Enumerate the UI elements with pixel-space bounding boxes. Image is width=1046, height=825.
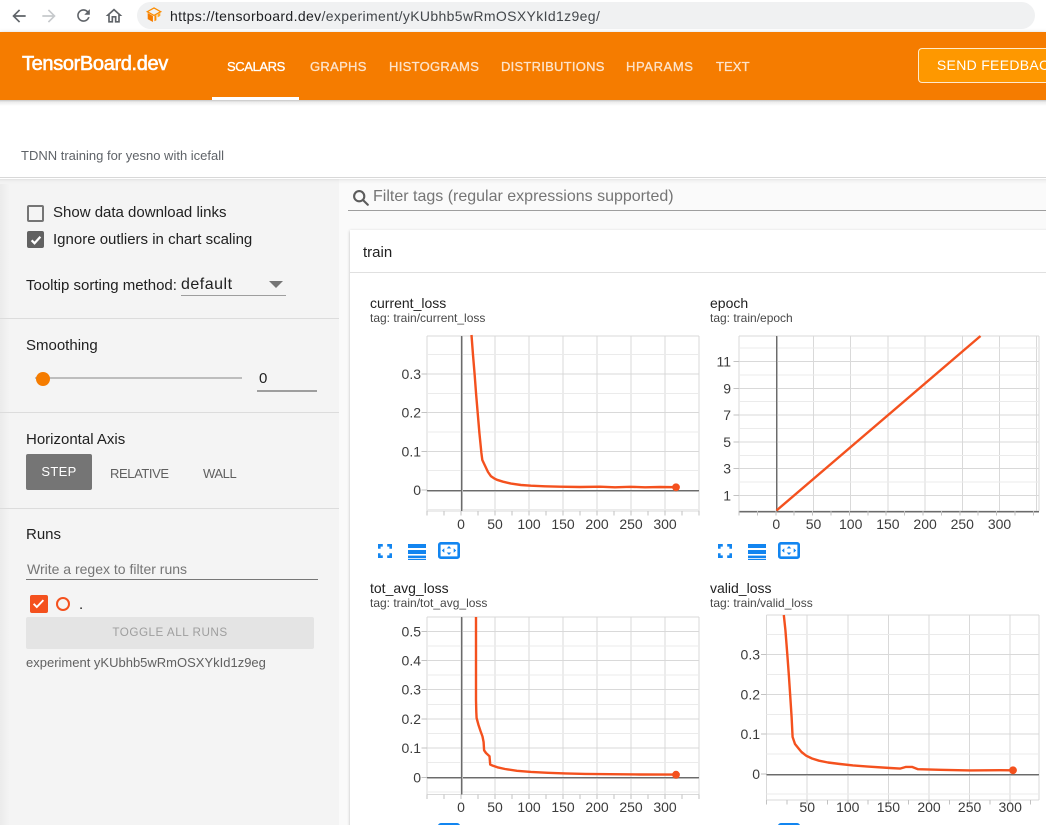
svg-text:150: 150 <box>551 516 575 532</box>
svg-text:0: 0 <box>457 799 465 815</box>
svg-text:3: 3 <box>723 461 731 477</box>
svg-text:0.3: 0.3 <box>402 682 422 698</box>
svg-text:250: 250 <box>619 516 643 532</box>
svg-text:100: 100 <box>517 516 541 532</box>
svg-text:0.1: 0.1 <box>741 726 761 742</box>
svg-text:0.5: 0.5 <box>402 623 422 639</box>
svg-text:0: 0 <box>772 516 780 532</box>
svg-text:200: 200 <box>917 799 941 815</box>
svg-text:7: 7 <box>723 407 731 423</box>
svg-text:250: 250 <box>958 799 982 815</box>
svg-text:250: 250 <box>619 799 643 815</box>
svg-text:300: 300 <box>999 799 1023 815</box>
svg-text:0.1: 0.1 <box>402 740 422 756</box>
svg-text:300: 300 <box>988 516 1012 532</box>
svg-text:0: 0 <box>457 516 465 532</box>
svg-text:1: 1 <box>723 488 731 504</box>
svg-text:50: 50 <box>487 799 503 815</box>
svg-text:200: 200 <box>913 516 937 532</box>
svg-text:5: 5 <box>723 434 731 450</box>
svg-text:100: 100 <box>839 516 863 532</box>
svg-text:150: 150 <box>877 799 901 815</box>
svg-text:100: 100 <box>517 799 541 815</box>
svg-text:150: 150 <box>551 799 575 815</box>
svg-text:0: 0 <box>413 482 421 498</box>
svg-text:200: 200 <box>585 799 609 815</box>
svg-text:0.4: 0.4 <box>402 653 422 669</box>
svg-text:9: 9 <box>723 380 731 396</box>
svg-text:250: 250 <box>951 516 975 532</box>
svg-text:300: 300 <box>653 799 677 815</box>
svg-text:200: 200 <box>585 516 609 532</box>
svg-text:11: 11 <box>716 354 731 370</box>
svg-text:50: 50 <box>806 516 822 532</box>
svg-text:0.2: 0.2 <box>402 405 422 421</box>
svg-text:0.3: 0.3 <box>402 366 422 382</box>
svg-text:50: 50 <box>487 516 503 532</box>
svg-text:0.2: 0.2 <box>402 711 422 727</box>
svg-text:100: 100 <box>836 799 860 815</box>
svg-text:300: 300 <box>653 516 677 532</box>
svg-text:0: 0 <box>413 769 421 785</box>
svg-text:0.2: 0.2 <box>741 686 761 702</box>
svg-text:0: 0 <box>752 766 760 782</box>
svg-text:0.1: 0.1 <box>402 443 422 459</box>
svg-text:50: 50 <box>799 799 815 815</box>
svg-text:0.3: 0.3 <box>741 647 761 663</box>
svg-text:150: 150 <box>876 516 900 532</box>
